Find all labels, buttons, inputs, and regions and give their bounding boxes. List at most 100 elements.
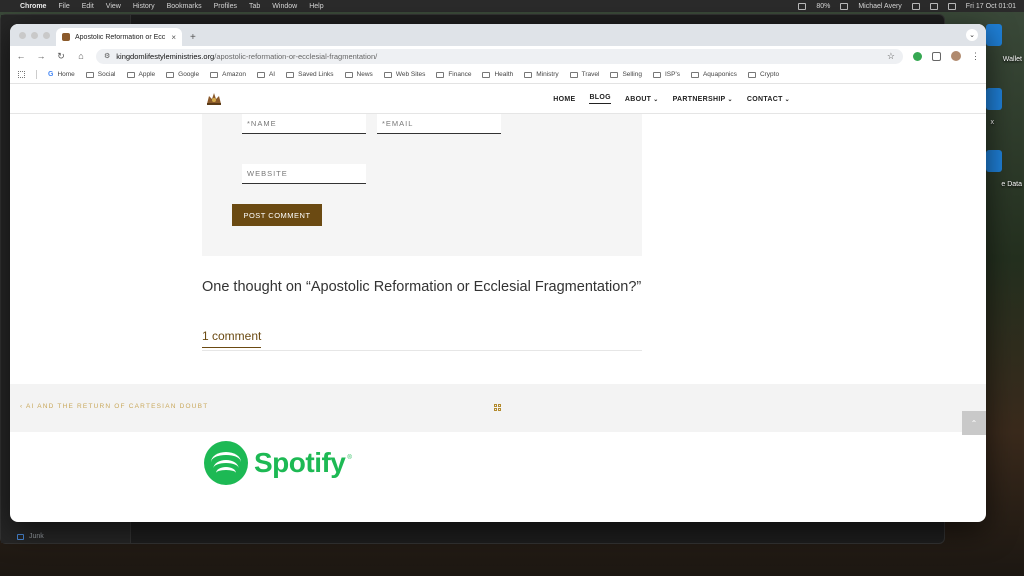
desktop-wallet-icon[interactable] [986, 24, 1002, 46]
chevron-down-icon: ⌄ [653, 96, 659, 103]
registered-mark: ® [347, 455, 352, 461]
name-field[interactable]: *NAME [242, 114, 366, 134]
site-favicon-icon [62, 33, 70, 41]
menu-window[interactable]: Window [272, 3, 297, 10]
bookmark-label: Social [97, 71, 116, 78]
all-posts-grid-icon[interactable] [494, 404, 502, 412]
folder-icon [286, 71, 295, 78]
close-window-button[interactable] [19, 32, 26, 39]
battery-percent: 80% [816, 2, 831, 10]
search-icon[interactable] [929, 2, 938, 10]
tab-title: Apostolic Reformation or Ecc [75, 33, 166, 41]
bookmark-star-icon[interactable]: ☆ [887, 51, 895, 62]
new-tab-button[interactable]: + [190, 32, 196, 43]
address-bar[interactable]: ⚙ kingdomlifestyleministries.org/apostol… [96, 48, 903, 64]
menu-clock[interactable]: Fri 17 Oct 01:01 [966, 3, 1016, 10]
desktop-data-icon[interactable] [986, 150, 1002, 172]
comment-count-tab[interactable]: 1 comment [202, 329, 262, 348]
minimize-window-button[interactable] [31, 32, 38, 39]
menu-file[interactable]: File [58, 3, 69, 10]
bookmark-label: Travel [581, 71, 600, 78]
bookmark-crypto[interactable]: Crypto [747, 71, 779, 78]
scroll-to-top-button[interactable]: ⌃ [962, 411, 986, 435]
nav-contact[interactable]: CONTACT ⌄ [747, 96, 790, 103]
nav-partnership[interactable]: PARTNERSHIP ⌄ [673, 96, 733, 103]
zoom-window-button[interactable] [43, 32, 50, 39]
email-field[interactable]: *EMAIL [377, 114, 501, 134]
menu-history[interactable]: History [133, 3, 155, 10]
sidebar-item-junk[interactable]: Junk [17, 533, 44, 540]
browser-tab-active[interactable]: Apostolic Reformation or Ecc × [56, 28, 182, 46]
bookmark-ministry[interactable]: Ministry [524, 71, 559, 78]
battery-icon[interactable] [840, 2, 849, 10]
spotify-logo[interactable]: Spotify ® [204, 441, 352, 485]
menu-view[interactable]: View [106, 3, 121, 10]
previous-post-link[interactable]: ‹ AI AND THE RETURN OF CARTESIAN DOUBT [20, 403, 208, 410]
nav-about[interactable]: ABOUT ⌄ [625, 96, 659, 103]
site-info-icon[interactable]: ⚙ [104, 52, 110, 60]
extension-icon[interactable] [913, 51, 922, 61]
bookmarks-separator [36, 70, 37, 79]
folder-icon [524, 71, 533, 78]
tab-close-icon[interactable]: × [171, 33, 176, 42]
bookmark-web-sites[interactable]: Web Sites [383, 71, 425, 78]
bookmarks-bar: G Home Social Apple Google Amazon AI Save… [10, 66, 986, 84]
menu-bookmarks[interactable]: Bookmarks [167, 3, 202, 10]
chrome-menu-icon[interactable]: ⋮ [971, 51, 980, 62]
desktop-file-icon[interactable] [986, 88, 1002, 110]
ministry-logo-icon[interactable] [206, 92, 222, 105]
bookmark-label: Apple [138, 71, 156, 78]
bookmark-news[interactable]: News [344, 71, 373, 78]
menu-edit[interactable]: Edit [82, 3, 94, 10]
folder-icon [344, 71, 353, 78]
bookmark-finance[interactable]: Finance [436, 71, 471, 78]
apps-grid-icon[interactable] [18, 71, 25, 78]
bookmark-social[interactable]: Social [85, 71, 116, 78]
bookmark-home[interactable]: G Home [48, 71, 75, 78]
bookmark-label: AI [268, 71, 276, 78]
bookmark-isps[interactable]: ISP's [652, 71, 680, 78]
back-arrow-icon[interactable]: ← [16, 51, 26, 61]
bookmark-label: Aquaponics [702, 71, 737, 78]
folder-icon [256, 71, 265, 78]
wifi-icon[interactable] [911, 2, 920, 10]
url-path: /apostolic-reformation-or-ecclesial-frag… [214, 51, 378, 61]
sidebar-item-label: Junk [29, 533, 44, 540]
tab-search-chevron-icon[interactable]: ⌄ [966, 29, 978, 41]
bookmark-label: Health [494, 71, 514, 78]
forward-arrow-icon[interactable]: → [36, 51, 46, 61]
bookmark-travel[interactable]: Travel [569, 71, 600, 78]
grid-cell [498, 408, 501, 411]
url-text[interactable]: kingdomlifestyleministries.org/apostolic… [116, 52, 377, 61]
browser-toolbar: ← → ↻ ⌂ ⚙ kingdomlifestyleministries.org… [10, 46, 986, 66]
website-field[interactable]: WEBSITE [242, 164, 366, 184]
menu-app-name[interactable]: Chrome [20, 3, 46, 10]
post-comment-button[interactable]: POST COMMENT [232, 204, 322, 226]
nav-blog[interactable]: BLOG [589, 94, 611, 104]
grid-cell [494, 404, 497, 407]
home-icon[interactable]: ⌂ [76, 51, 86, 61]
nav-home[interactable]: HOME [553, 96, 575, 103]
bookmark-saved-links[interactable]: Saved Links [286, 71, 334, 78]
folder-icon [482, 71, 491, 78]
control-center-icon[interactable] [947, 2, 956, 10]
bookmark-amazon[interactable]: Amazon [210, 71, 246, 78]
bookmark-google[interactable]: Google [166, 71, 199, 78]
bookmark-ai[interactable]: AI [256, 71, 276, 78]
extensions-puzzle-icon[interactable] [932, 51, 941, 61]
reload-icon[interactable]: ↻ [56, 51, 66, 62]
menu-profiles[interactable]: Profiles [214, 3, 237, 10]
profile-avatar[interactable] [951, 51, 961, 61]
bookmark-health[interactable]: Health [482, 71, 513, 78]
menu-help[interactable]: Help [309, 3, 323, 10]
bookmark-apple[interactable]: Apple [126, 71, 156, 78]
desktop-label-x: x [990, 119, 995, 126]
desktop-label-data: e Data [1001, 181, 1022, 188]
status-app-icon[interactable] [798, 2, 807, 10]
user-name[interactable]: Michael Avery [858, 3, 901, 10]
bookmark-selling[interactable]: Selling [610, 71, 642, 78]
menu-tab[interactable]: Tab [249, 3, 260, 10]
folder-icon [210, 71, 219, 78]
macos-menu-bar: Chrome File Edit View History Bookmarks … [0, 0, 1024, 12]
bookmark-aquaponics[interactable]: Aquaponics [690, 71, 737, 78]
